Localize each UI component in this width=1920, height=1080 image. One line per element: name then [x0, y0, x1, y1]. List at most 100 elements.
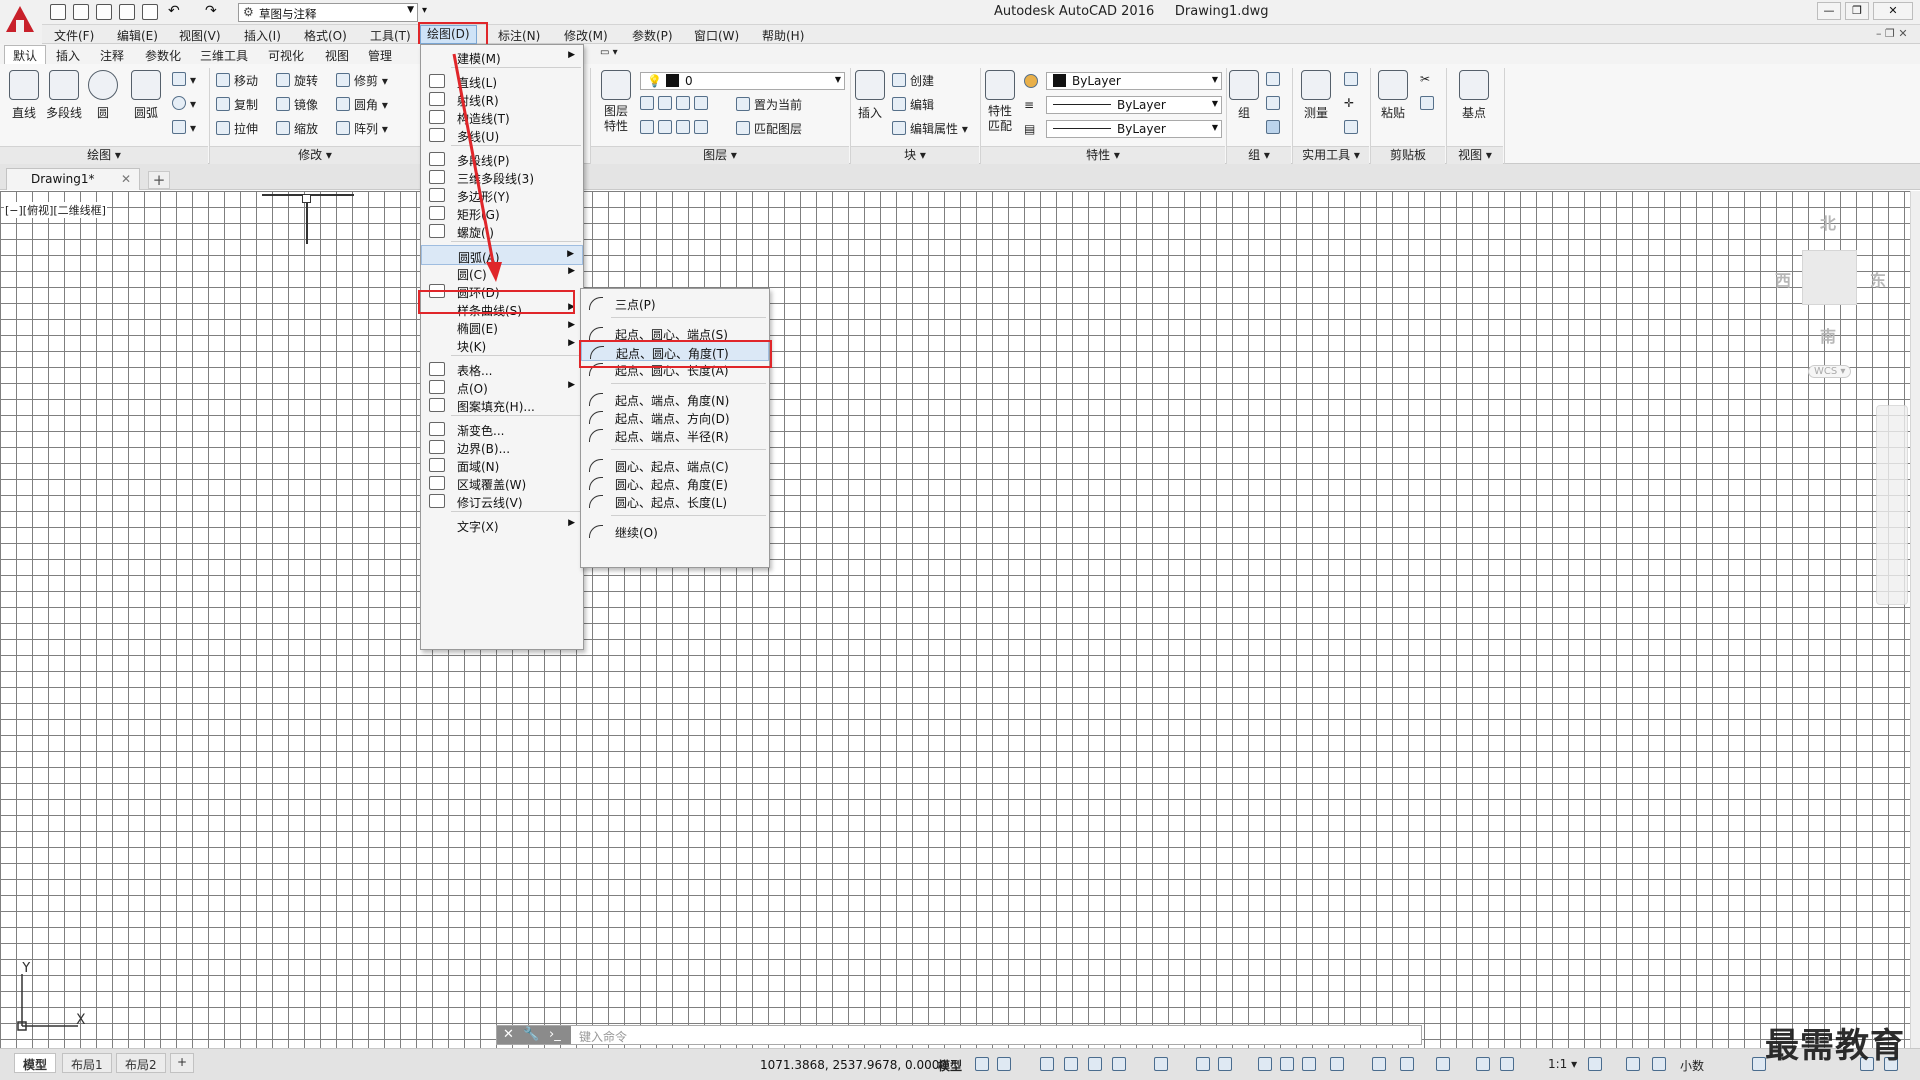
hatch-tool[interactable]: ▾ [172, 120, 196, 135]
edit-block-tool[interactable]: 编辑 [892, 96, 934, 113]
draw-menu-item-table[interactable]: 表格... [421, 359, 583, 379]
redo-icon[interactable]: ↷ [205, 3, 217, 19]
menu-tools[interactable]: 工具(T) [370, 27, 411, 44]
match-layer-tool[interactable]: 匹配图层 [736, 120, 802, 137]
lineweight-icon[interactable]: ▤ [1024, 122, 1035, 136]
close-icon[interactable]: ✕ [121, 172, 131, 186]
annotation-monitor-icon[interactable] [1626, 1057, 1640, 1071]
calculator-tool[interactable] [1344, 120, 1362, 135]
block-panel-title[interactable]: 块 ▾ [851, 146, 979, 164]
arc-submenu-item-start-end-radius[interactable]: 起点、端点、半径(R) [581, 425, 769, 445]
copy-tool[interactable]: 复制 [216, 96, 258, 113]
add-layout-button[interactable]: + [170, 1053, 195, 1073]
viewcube-south[interactable]: 南 [1820, 323, 1836, 347]
units-icon[interactable] [1652, 1057, 1666, 1071]
open-file-icon[interactable] [73, 4, 89, 20]
draw-panel-title[interactable]: 绘图 ▾ [0, 146, 208, 164]
selection-filter-icon[interactable] [1400, 1057, 1414, 1071]
tab-insert[interactable]: 插入 [56, 47, 80, 64]
ortho-icon[interactable] [1088, 1057, 1102, 1071]
point-style-tool[interactable] [1344, 72, 1362, 87]
paste-tool[interactable]: 粘贴 [1376, 70, 1410, 121]
dynamic-input-icon[interactable] [1064, 1057, 1078, 1071]
application-menu-button[interactable] [0, 0, 42, 44]
workspace-switcher[interactable]: ⚙ 草图与注释 ▼ [238, 3, 418, 22]
menu-view[interactable]: 视图(V) [179, 27, 221, 44]
viewcube-east[interactable]: 东 [1870, 267, 1886, 291]
clipboard-panel-title[interactable]: 剪贴板 [1371, 146, 1445, 164]
menu-file[interactable]: 文件(F) [54, 27, 94, 44]
edit-attribute-tool[interactable]: 编辑属性 ▾ [892, 120, 968, 137]
model-space-toggle[interactable]: 模型 [938, 1057, 962, 1074]
insert-block-tool[interactable]: 插入 [852, 70, 888, 121]
polyline-tool[interactable]: 多段线 [42, 70, 86, 121]
ungroup-tool[interactable] [1266, 72, 1284, 87]
measure-tool[interactable]: 测量 [1298, 70, 1334, 121]
modify-panel-title[interactable]: 修改 ▾ [210, 146, 420, 164]
linetype-dropdown[interactable]: ByLayer ▼ [1046, 96, 1222, 114]
menu-format[interactable]: 格式(O) [304, 27, 347, 44]
arc-submenu-item-center-start-end[interactable]: 圆心、起点、端点(C) [581, 455, 769, 475]
mirror-tool[interactable]: 镜像 [276, 96, 318, 113]
utilities-panel-title[interactable]: 实用工具 ▾ [1293, 146, 1369, 164]
layout-tab-2[interactable]: 布局2 [116, 1053, 166, 1073]
annotation-scale[interactable]: 1:1 ▾ [1548, 1057, 1577, 1071]
object-snap-icon[interactable] [1218, 1057, 1232, 1071]
menu-edit[interactable]: 编辑(E) [117, 27, 158, 44]
polar-tracking-icon[interactable] [1112, 1057, 1126, 1071]
layout-tab-1[interactable]: 布局1 [62, 1053, 112, 1073]
isometric-icon[interactable] [1154, 1057, 1168, 1071]
layer-properties-tool[interactable]: 图层 特性 [598, 70, 634, 134]
scale-tool[interactable]: 缩放 [276, 120, 318, 137]
move-tool[interactable]: 移动 [216, 72, 258, 89]
rectangle-tool[interactable]: ▾ [172, 72, 196, 87]
minimize-button[interactable]: — [1817, 2, 1841, 20]
draw-menu-item-hatch[interactable]: 图案填充(H)... [421, 395, 583, 415]
lineweight-dropdown[interactable]: ByLayer ▼ [1046, 120, 1222, 138]
match-properties-tool[interactable]: 特性 匹配 [984, 70, 1016, 134]
gizmo-icon[interactable] [1436, 1057, 1450, 1071]
layer-tools-row-2[interactable] [640, 120, 712, 135]
vertical-scrollbar[interactable] [1910, 191, 1920, 1048]
rotate-tool[interactable]: 旋转 [276, 72, 318, 89]
viewcube-top-face[interactable] [1802, 250, 1857, 305]
navigation-bar[interactable] [1876, 405, 1908, 605]
close-button[interactable]: ✕ [1873, 2, 1913, 20]
group-tool[interactable]: 组 [1228, 70, 1260, 121]
new-tab-button[interactable]: + [148, 171, 170, 189]
wrench-icon[interactable]: 🔧 [523, 1027, 539, 1042]
menu-insert[interactable]: 插入(I) [244, 27, 281, 44]
maximize-button[interactable]: ❐ [1845, 2, 1869, 20]
object-snap-tracking-icon[interactable] [1196, 1057, 1210, 1071]
command-input[interactable]: 键入命令 [579, 1028, 627, 1045]
arc-submenu-item-center-start-angle[interactable]: 圆心、起点、角度(E) [581, 473, 769, 493]
3d-osnap-icon[interactable] [1330, 1057, 1344, 1071]
draw-menu-item-wipeout[interactable]: 区域覆盖(W) [421, 473, 583, 493]
arc-submenu-item-start-end-angle[interactable]: 起点、端点、角度(N) [581, 389, 769, 409]
cut-icon[interactable]: ✂ [1420, 72, 1430, 86]
plot-icon[interactable] [142, 4, 158, 20]
prompt-icon[interactable]: ›_ [549, 1027, 561, 1042]
base-point-tool[interactable]: 基点 [1456, 70, 1492, 121]
tab-default[interactable]: 默认 [4, 45, 47, 64]
ribbon-minimize-icon[interactable]: ▭ ▾ [600, 47, 618, 58]
viewport-controls[interactable]: [−][俯视][二维线框] [4, 202, 107, 218]
view-panel-title[interactable]: 视图 ▾ [1447, 146, 1503, 164]
tab-visualize[interactable]: 可视化 [268, 47, 304, 64]
tab-3d-tools[interactable]: 三维工具 [200, 47, 248, 64]
new-file-icon[interactable] [50, 4, 66, 20]
color-wheel-icon[interactable] [1024, 74, 1042, 89]
wcs-menu[interactable]: WCS ▾ [1808, 365, 1852, 378]
properties-panel-title[interactable]: 特性 ▾ [981, 146, 1225, 164]
draw-menu-item-region[interactable]: 面域(N) [421, 455, 583, 475]
draw-menu-item-block[interactable]: 块(K) ▶ [421, 335, 583, 355]
qat-customize-icon[interactable]: ▾ [422, 5, 427, 16]
quick-properties-icon[interactable] [1752, 1057, 1766, 1071]
tab-annotate[interactable]: 注释 [100, 47, 124, 64]
draw-menu-item-gradient[interactable]: 渐变色... [421, 419, 583, 439]
linetype-icon[interactable]: ≡ [1024, 98, 1034, 112]
annotation-visibility-icon[interactable] [1476, 1057, 1490, 1071]
menu-help[interactable]: 帮助(H) [762, 27, 804, 44]
infer-constraints-icon[interactable] [1040, 1057, 1054, 1071]
workspace-gear-icon[interactable] [1588, 1057, 1602, 1071]
